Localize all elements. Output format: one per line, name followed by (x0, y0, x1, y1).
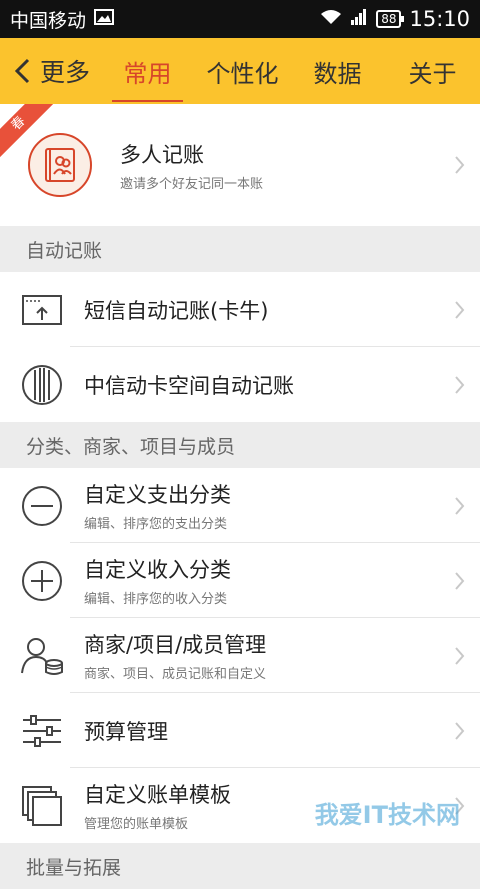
clock: 15:10 (409, 7, 470, 31)
carrier-label: 中国移动 (10, 9, 87, 32)
member-coins-icon (21, 637, 63, 675)
merchant-item-title: 商家/项目/成员管理 (84, 633, 267, 657)
back-label: 更多 (40, 58, 91, 87)
income-category-subtitle: 编辑、排序您的收入分类 (84, 592, 228, 607)
settings-list: 春 多人记账 邀请多个好友记同一本账 自动记账 短信自动记账(卡牛) 中信动卡空… (0, 104, 480, 889)
expense-category-item[interactable]: 自定义支出分类 编辑、排序您的支出分类 (0, 468, 480, 543)
image-notification-icon (94, 8, 115, 30)
chevron-right-icon (455, 156, 465, 174)
back-button[interactable]: 更多 (0, 38, 100, 104)
tab-bar: 常用 个性化 数据 关于 (100, 38, 480, 104)
wifi-icon (320, 8, 342, 30)
corner-badge: 春 (0, 104, 56, 160)
tab-personalize[interactable]: 个性化 (195, 38, 290, 104)
citic-auto-record-item[interactable]: 中信动卡空间自动记账 (0, 347, 480, 422)
sms-auto-title: 短信自动记账(卡牛) (84, 298, 269, 323)
chevron-right-icon (455, 796, 465, 815)
template-icon (22, 785, 62, 826)
chevron-right-icon (455, 300, 465, 319)
tab-common[interactable]: 常用 (100, 38, 195, 104)
battery-icon: 88 (376, 10, 405, 28)
multi-user-book-item[interactable]: 春 多人记账 邀请多个好友记同一本账 (0, 104, 480, 226)
expense-category-title: 自定义支出分类 (84, 483, 231, 507)
citic-auto-title: 中信动卡空间自动记账 (84, 373, 294, 398)
budget-management-item[interactable]: 预算管理 (0, 693, 480, 768)
signal-icon (350, 8, 368, 30)
multi-book-title: 多人记账 (120, 142, 204, 167)
section-header-auto: 自动记账 (0, 226, 480, 272)
section-header-categories: 分类、商家、项目与成员 (0, 422, 480, 468)
bill-template-item[interactable]: 自定义账单模板 管理您的账单模板 (0, 768, 480, 843)
sms-icon (22, 294, 62, 325)
income-category-title: 自定义收入分类 (84, 558, 231, 582)
citic-bank-icon (22, 364, 62, 405)
income-category-item[interactable]: 自定义收入分类 编辑、排序您的收入分类 (0, 543, 480, 618)
top-header: 更多 常用 个性化 数据 关于 (0, 38, 480, 104)
expense-category-subtitle: 编辑、排序您的支出分类 (84, 517, 228, 532)
chevron-right-icon (455, 496, 465, 515)
template-title: 自定义账单模板 (84, 783, 231, 807)
sms-auto-record-item[interactable]: 短信自动记账(卡牛) (0, 272, 480, 347)
chevron-left-icon (14, 58, 30, 84)
tab-about[interactable]: 关于 (385, 38, 480, 104)
chevron-right-icon (455, 721, 465, 740)
template-subtitle: 管理您的账单模板 (84, 817, 189, 832)
chevron-right-icon (455, 375, 465, 394)
plus-circle-icon (22, 560, 62, 601)
chevron-right-icon (455, 646, 465, 665)
status-bar: 中国移动 88 15:10 (0, 0, 480, 38)
multi-book-subtitle: 邀请多个好友记同一本账 (120, 176, 264, 192)
badge-label: 春 (0, 104, 56, 160)
tab-data[interactable]: 数据 (290, 38, 385, 104)
sliders-icon (23, 714, 61, 747)
merchant-project-member-item[interactable]: 商家/项目/成员管理 商家、项目、成员记账和自定义 (0, 618, 480, 693)
budget-title: 预算管理 (84, 719, 168, 744)
chevron-right-icon (455, 571, 465, 590)
section-header-partial: 批量与拓展 (0, 843, 480, 889)
merchant-item-subtitle: 商家、项目、成员记账和自定义 (84, 667, 267, 682)
minus-circle-icon (22, 485, 62, 526)
